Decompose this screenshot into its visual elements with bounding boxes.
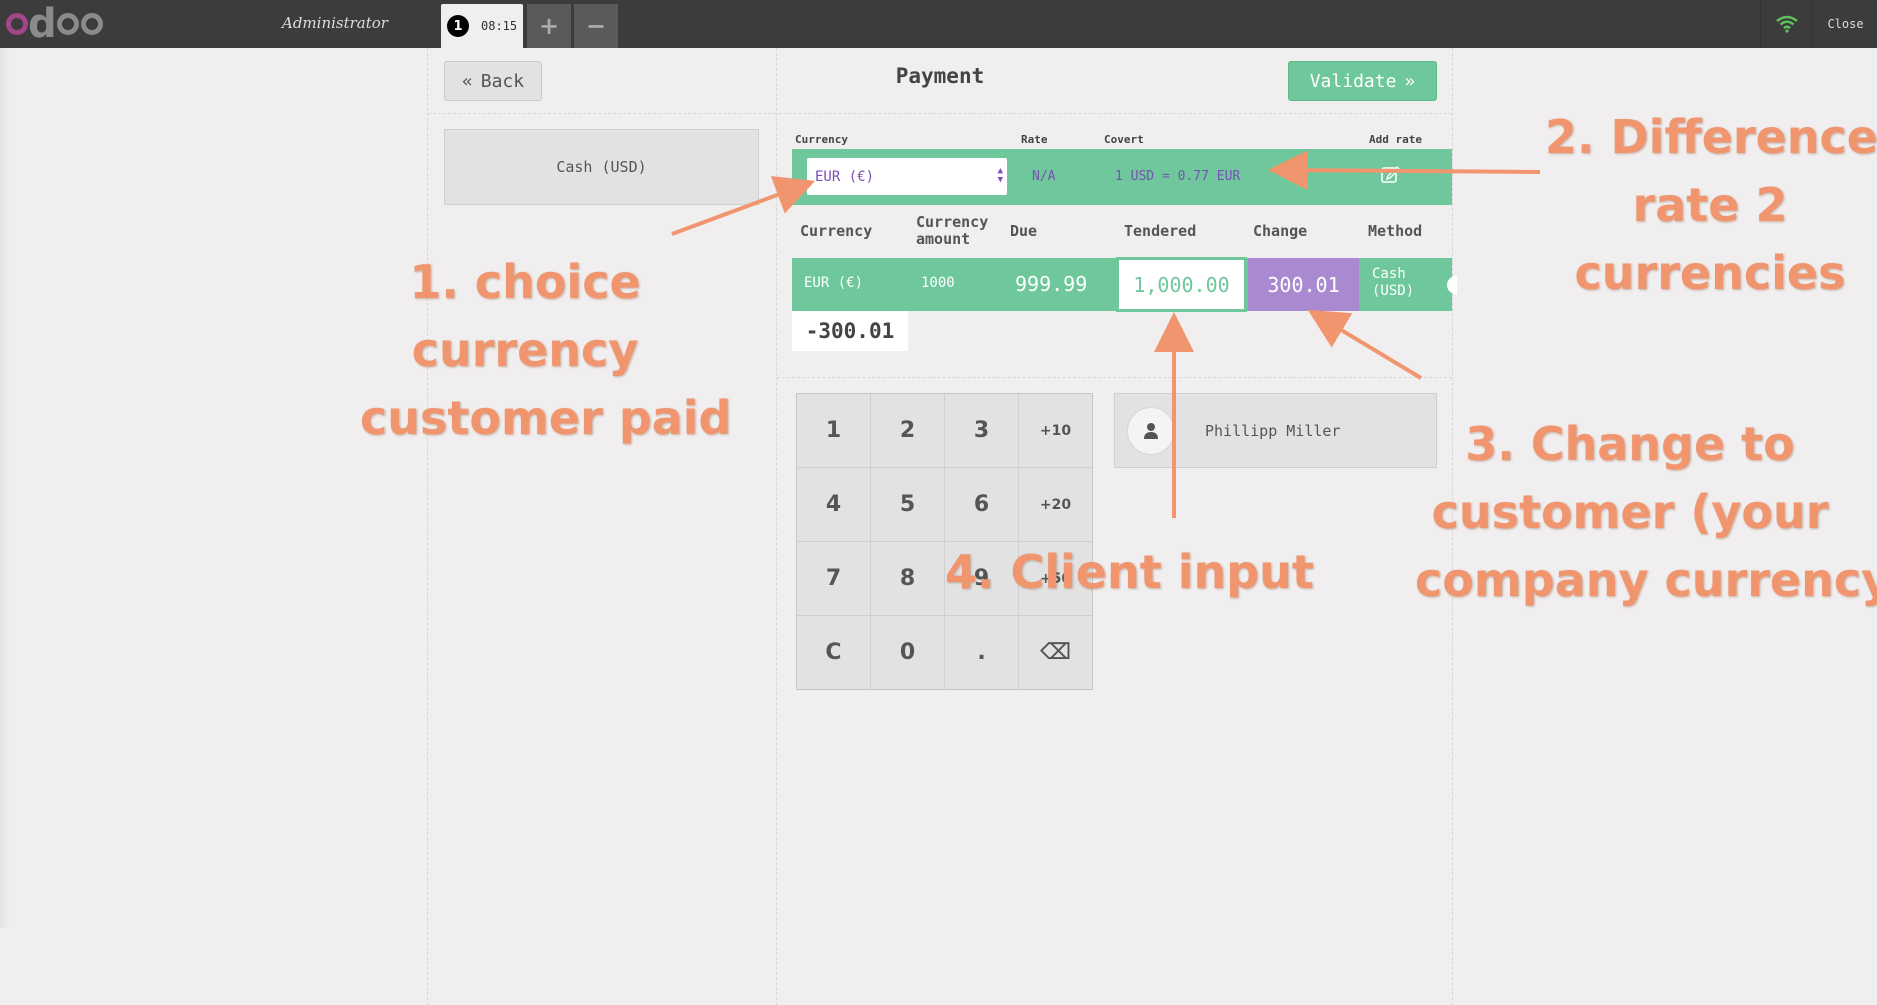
numpad-key-0[interactable]: 0: [871, 616, 944, 689]
covert-value: 1 USD = 0.77 EUR: [1115, 169, 1241, 184]
user-icon: [1127, 407, 1175, 455]
line-currency-header: Currency: [800, 222, 873, 240]
numpad-key-plus20[interactable]: +20: [1019, 468, 1092, 541]
method-header: Method: [1368, 222, 1423, 240]
rate-value: N/A: [1032, 169, 1056, 184]
logo-letter-o: [6, 13, 28, 35]
annotation-2: 2. Difference rate 2 currencies: [1545, 103, 1877, 307]
user-name[interactable]: Administrator: [282, 14, 388, 32]
annotation-3-line: 3. Change to: [1465, 417, 1795, 471]
validate-button-label: Validate: [1309, 70, 1397, 92]
logo-letter-d: d: [28, 1, 57, 47]
numpad-key-5[interactable]: 5: [871, 468, 944, 541]
tendered-header: Tendered: [1124, 222, 1197, 240]
arrow-3: [1307, 309, 1423, 380]
line-method: Cash (USD): [1372, 266, 1415, 299]
customer-button[interactable]: Phillipp Miller: [1114, 393, 1437, 468]
divider: [428, 113, 1452, 114]
line-change: 300.01: [1248, 258, 1359, 311]
logo-letter-o: [56, 13, 79, 35]
add-rate-header: Add rate: [1369, 133, 1422, 146]
left-shadow: [0, 48, 10, 928]
covert-header: Covert: [1104, 133, 1144, 146]
divider: [777, 377, 1452, 378]
order-time: 08:15: [481, 19, 518, 33]
annotation-2-line: rate 2: [1632, 178, 1788, 232]
line-currency-amount: 1000: [921, 275, 955, 291]
numpad-key-6[interactable]: 6: [945, 468, 1018, 541]
currency-amount-header: Currency amount: [916, 213, 989, 248]
page-title: Payment: [895, 64, 985, 88]
select-arrows-icon: ▲ ▼: [997, 166, 1003, 185]
back-button[interactable]: « Back: [444, 61, 542, 101]
annotation-3-line: customer (your: [1431, 485, 1829, 539]
customer-name: Phillipp Miller: [1205, 422, 1341, 440]
rate-header: Rate: [1021, 133, 1048, 146]
top-bar: d Administrator 1 08:15 + − Close: [0, 0, 1877, 48]
edit-icon[interactable]: [1381, 165, 1401, 187]
annotation-2-line: 2. Difference: [1545, 110, 1877, 164]
annotation-3-line: company currency): [1415, 553, 1877, 607]
divider: [776, 48, 777, 1005]
odoo-logo: d: [6, 4, 103, 44]
numpad-key-7[interactable]: 7: [797, 542, 870, 615]
logo-letter-o: [80, 13, 103, 35]
validate-button[interactable]: Validate »: [1288, 61, 1437, 101]
back-button-label: Back: [480, 70, 525, 92]
line-currency: EUR (€): [804, 275, 864, 291]
numpad-key-4[interactable]: 4: [797, 468, 870, 541]
backspace-icon[interactable]: ⌫: [1019, 616, 1092, 689]
change-header: Change: [1253, 222, 1308, 240]
add-order-button[interactable]: +: [527, 4, 571, 48]
annotation-1-line: currency: [411, 323, 639, 377]
annotation-1: 1. choice currency customer paid: [360, 248, 732, 452]
remove-order-button[interactable]: −: [574, 4, 618, 48]
annotation-2-line: currencies: [1574, 246, 1846, 300]
line-due: 999.99: [1015, 272, 1088, 296]
numpad-key-3[interactable]: 3: [945, 394, 1018, 467]
payment-method-cash-usd[interactable]: Cash (USD): [444, 129, 759, 205]
currency-select[interactable]: EUR (€) ▲ ▼: [807, 158, 1007, 195]
numpad-key-8[interactable]: 8: [871, 542, 944, 615]
due-header: Due: [1010, 222, 1038, 240]
annotation-1-line: 1. choice: [409, 255, 641, 309]
annotation-4: 4. Client input: [945, 545, 1314, 599]
close-button[interactable]: Close: [1812, 0, 1877, 48]
order-tab[interactable]: 1 08:15: [441, 4, 523, 48]
double-chevron-left-icon: «: [461, 70, 473, 92]
currency-select-value: EUR (€): [815, 168, 875, 185]
numpad-key-plus10[interactable]: +10: [1019, 394, 1092, 467]
order-number-badge: 1: [447, 15, 469, 37]
double-chevron-right-icon: »: [1404, 70, 1416, 92]
tendered-input[interactable]: 1,000.00: [1116, 257, 1247, 312]
numpad-key-clear[interactable]: C: [797, 616, 870, 689]
annotation-1-line: customer paid: [360, 391, 732, 445]
numpad-key-1[interactable]: 1: [797, 394, 870, 467]
remaining-amount: -300.01: [792, 311, 908, 351]
annotation-3: 3. Change to customer (your company curr…: [1415, 410, 1877, 614]
wifi-icon: [1760, 0, 1813, 48]
currency-header: Currency: [795, 133, 848, 146]
divider: [427, 48, 428, 1005]
numpad-key-2[interactable]: 2: [871, 394, 944, 467]
numpad-key-dot[interactable]: .: [945, 616, 1018, 689]
